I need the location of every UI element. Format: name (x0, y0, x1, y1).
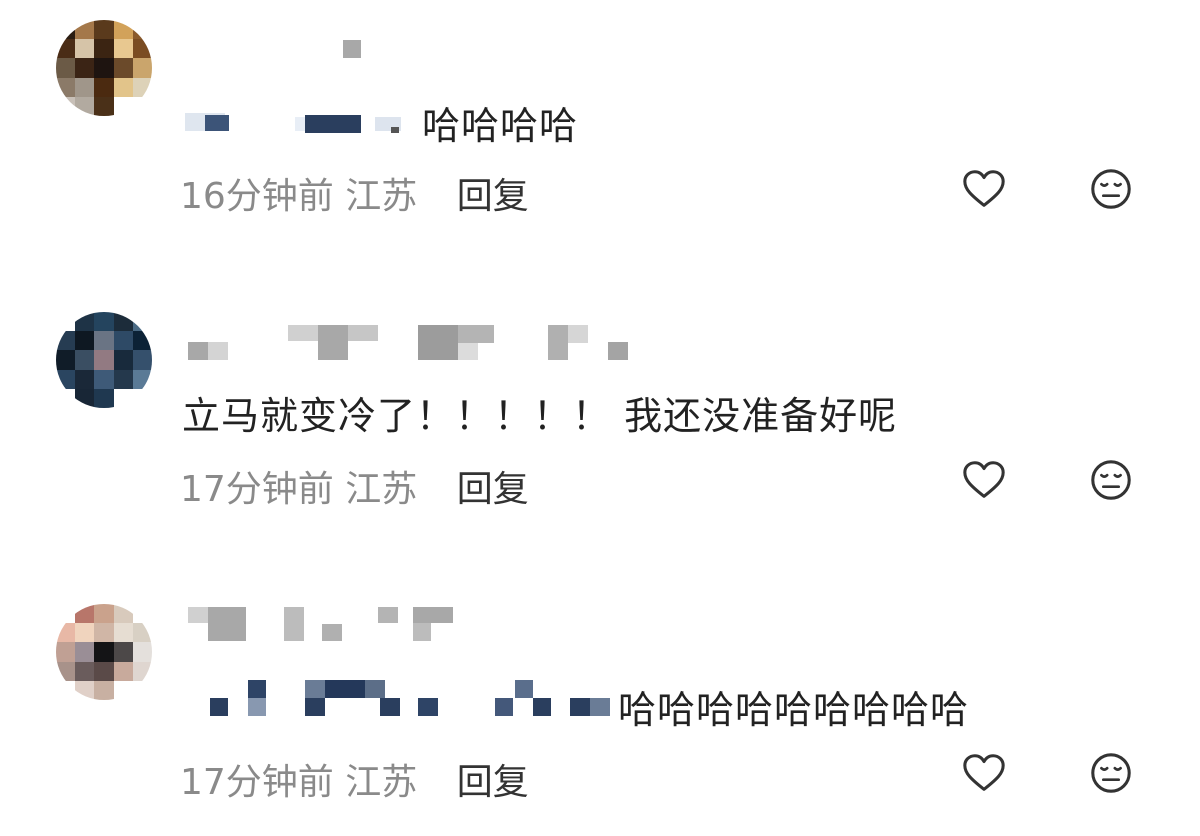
comment-time: 17分钟前 (180, 762, 334, 803)
comment-location: 江苏 (345, 762, 418, 803)
heart-icon[interactable] (961, 457, 1007, 503)
username-redacted[interactable] (185, 35, 415, 135)
reply-button[interactable]: 回复 (457, 176, 529, 217)
comment-text: 立马就变冷了！！！！！ 我还没准备好呢 (182, 394, 898, 438)
neutral-face-icon[interactable] (1088, 750, 1134, 796)
comment-meta: 16分钟前 江苏 回复 (180, 167, 529, 219)
username-redacted[interactable] (200, 680, 620, 720)
comment-location: 江苏 (345, 469, 418, 510)
reply-button[interactable]: 回复 (457, 469, 529, 510)
username-redacted[interactable] (188, 602, 468, 642)
comment-time: 16分钟前 (180, 176, 334, 217)
avatar[interactable] (56, 604, 152, 700)
comment-meta: 17分钟前 江苏 回复 (180, 460, 529, 512)
comment-location: 江苏 (345, 176, 418, 217)
neutral-face-icon[interactable] (1088, 457, 1134, 503)
heart-icon[interactable] (961, 750, 1007, 796)
comment-text: 哈哈哈哈哈哈哈哈哈 (618, 688, 970, 732)
avatar[interactable] (56, 312, 152, 408)
neutral-face-icon[interactable] (1088, 166, 1134, 212)
comment-time: 17分钟前 (180, 469, 334, 510)
comment-text: 哈哈哈哈 (422, 104, 579, 148)
comment-item: 哈哈哈哈 16分钟前 江苏 回复 (0, 0, 1200, 230)
heart-icon[interactable] (961, 166, 1007, 212)
comment-item: 哈哈哈哈哈哈哈哈哈 17分钟前 江苏 回复 (0, 590, 1200, 836)
comment-item: 立马就变冷了！！！！！ 我还没准备好呢 17分钟前 江苏 回复 (0, 300, 1200, 530)
avatar[interactable] (56, 20, 152, 116)
comment-meta: 17分钟前 江苏 回复 (180, 753, 529, 805)
reply-button[interactable]: 回复 (457, 762, 529, 803)
username-redacted[interactable] (188, 320, 638, 365)
